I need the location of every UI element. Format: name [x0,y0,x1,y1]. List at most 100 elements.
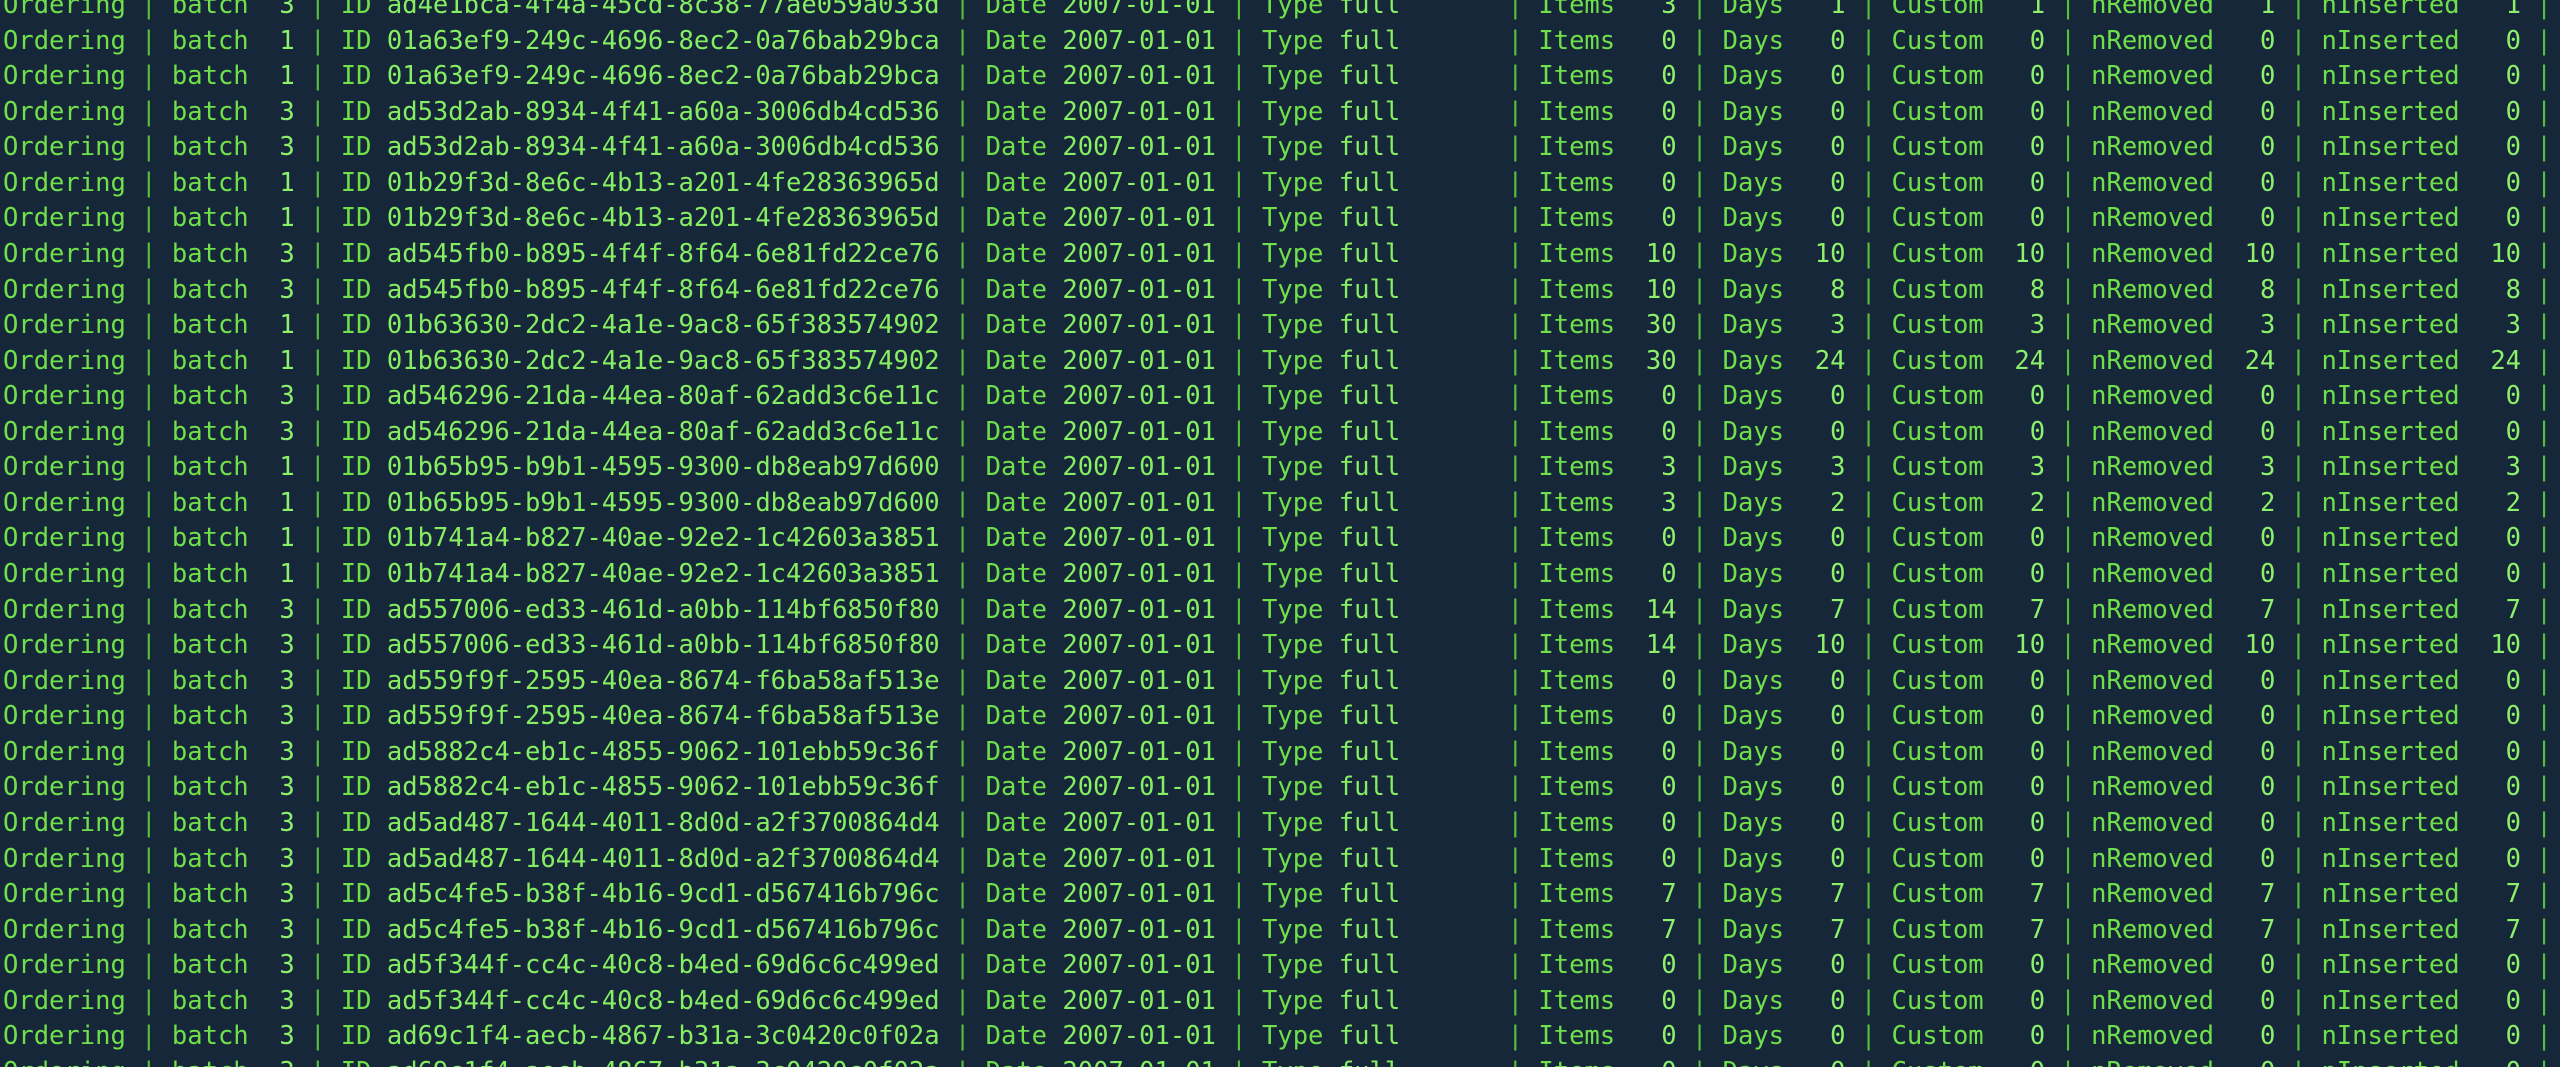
log-label-id: ID [340,594,387,625]
log-label-nremoved: nRemoved [2091,452,2214,483]
log-label-id: ID [340,274,387,305]
log-separator: | [310,950,341,981]
log-field-items: 14 [1615,594,1692,625]
log-separator: | [1508,1057,1539,1067]
log-separator: | [1231,594,1262,625]
log-separator: | [141,879,172,910]
log-separator: | [1691,807,1723,838]
log-separator: | [1691,310,1723,341]
log-separator: | [954,736,986,767]
log-field-type: full [1338,96,1508,127]
log-separator: | [141,914,172,945]
log-field-custom: 0 [1983,61,2061,92]
log-field-custom: 0 [1983,96,2061,127]
log-label-type: Type [1262,452,1339,483]
log-line: Ordering | batch 3 | ID ad53d2ab-8934-4f… [0,130,2560,166]
log-label-id: ID [340,167,387,198]
log-field-type: full [1338,132,1508,163]
log-separator: | [2290,843,2322,874]
log-field-type: full [1338,310,1508,341]
log-label-batch: batch [171,203,249,234]
log-label-id: ID [340,310,387,341]
log-label-days: Days [1722,238,1785,269]
log-separator: | [1691,25,1723,56]
log-separator: | [310,416,341,447]
log-field-items: 0 [1615,772,1692,803]
log-separator: | [1691,274,1723,305]
log-separator: | [1507,96,1539,127]
log-field-ninserted: 0 [2459,701,2537,732]
log-field-ordering: Ordering [3,310,142,341]
log-label-custom: Custom [1891,381,1984,412]
log-label-nremoved: nRemoved [2091,914,2214,945]
log-field-days: 0 [1784,203,1861,234]
log-separator: | [1507,487,1539,518]
log-label-custom: Custom [1891,985,1984,1016]
log-separator: | [2536,630,2552,661]
log-separator: | [1231,487,1262,518]
log-separator: | [1231,701,1262,732]
log-label-days: Days [1722,96,1785,127]
log-label-days: Days [1722,345,1785,376]
terminal-window[interactable]: Ordering | batch 3 | ID ad4e1bca-4f4a-45… [0,0,2560,1067]
log-separator: | [1691,167,1723,198]
log-separator: | [954,665,986,696]
log-label-date: Date [985,523,1063,554]
log-separator: | [1691,487,1723,518]
log-separator: | [954,203,986,234]
log-separator: | [1860,1021,1892,1052]
log-label-date: Date [985,0,1063,20]
log-separator: | [310,61,341,92]
log-line: Ordering | batch 3 | ID ad5f344f-cc4c-40… [0,948,2560,984]
log-separator: | [2536,96,2552,127]
log-field-days: 0 [1784,985,1861,1016]
log-label-nremoved: nRemoved [2091,238,2214,269]
log-field-days: 0 [1784,559,1861,589]
log-separator: | [954,61,986,92]
log-separator: | [1507,630,1539,661]
log-separator: | [2060,274,2092,305]
log-field-date: 2007-01-01 [1062,807,1232,838]
log-separator: | [2060,879,2092,910]
log-separator: | [310,238,341,269]
log-label-nremoved: nRemoved [2091,843,2214,874]
log-field-batch: 3 [248,843,311,874]
log-field-batch: 1 [248,487,311,518]
log-separator: | [2060,594,2092,625]
log-field-days: 8 [1784,274,1861,305]
log-field-days: 10 [1784,238,1861,269]
log-field-custom: 10 [1983,630,2061,661]
log-label-id: ID [340,985,387,1016]
log-label-batch: batch [171,274,249,305]
log-separator: | [1231,61,1262,92]
log-field-ninserted: 2 [2459,487,2537,518]
log-separator: | [310,203,341,234]
log-label-type: Type [1262,772,1339,803]
log-label-date: Date [985,345,1063,376]
log-label-ninserted: nInserted [2321,985,2460,1016]
log-separator: | [2290,665,2322,696]
log-separator: | [1691,345,1723,376]
log-label-custom: Custom [1891,630,1984,661]
log-field-type: full [1338,879,1508,910]
log-separator: | [954,310,986,341]
log-separator: | [1507,914,1539,945]
log-field-type: full [1338,630,1508,661]
log-separator: | [1231,25,1262,56]
log-separator: | [310,452,341,483]
log-label-date: Date [985,630,1063,661]
log-separator: | [2060,25,2092,56]
log-label-nremoved: nRemoved [2091,0,2214,20]
log-separator: | [1860,665,1892,696]
log-field-date: 2007-01-01 [1062,559,1232,589]
log-label-ninserted: nInserted [2321,274,2460,305]
log-separator: | [954,238,986,269]
log-label-batch: batch [171,345,249,376]
log-separator: | [2290,985,2322,1016]
log-separator: | [954,1021,986,1052]
log-label-days: Days [1722,452,1785,483]
log-separator: | [1691,879,1723,910]
log-separator: | [141,594,172,625]
log-line: Ordering | batch 3 | ID ad5c4fe5-b38f-4b… [0,913,2560,949]
log-label-date: Date [985,452,1063,483]
